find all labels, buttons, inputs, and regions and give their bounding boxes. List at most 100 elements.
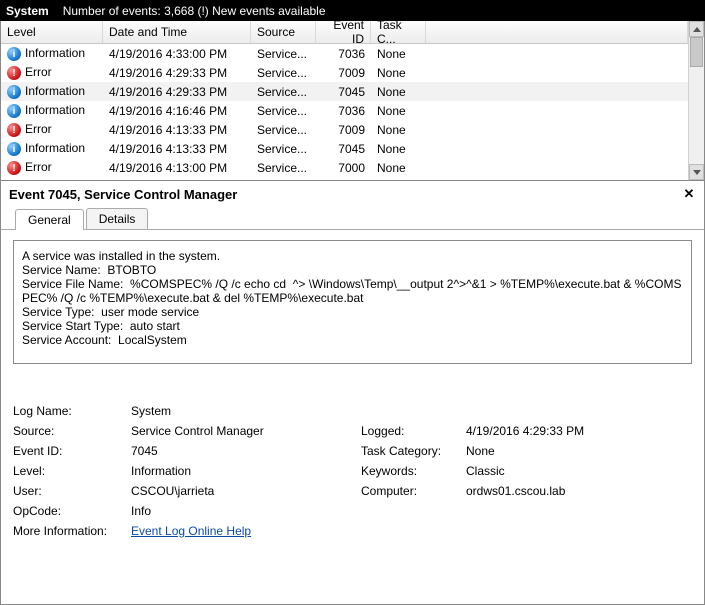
scroll-track[interactable] xyxy=(689,37,704,164)
table-row[interactable]: iInformation4/19/2016 4:13:33 PMService.… xyxy=(1,139,688,158)
label-keywords: Keywords: xyxy=(361,464,466,478)
cell-event-id: 7009 xyxy=(316,66,371,80)
label-level: Level: xyxy=(13,464,131,478)
cell-task: None xyxy=(371,104,426,118)
cell-level: ! Error xyxy=(1,160,103,176)
event-list-scrollbar[interactable] xyxy=(688,21,704,180)
table-row[interactable]: ! Error 4/19/2016 4:13:00 PMService...7000… xyxy=(1,158,688,177)
error-icon: ! xyxy=(7,161,21,175)
column-header-level[interactable]: Level xyxy=(1,21,103,43)
level-text: Information xyxy=(25,46,85,60)
cell-event-id: 7000 xyxy=(316,161,371,175)
label-logged: Logged: xyxy=(361,424,466,438)
info-icon: i xyxy=(7,104,21,118)
value-source: Service Control Manager xyxy=(131,424,361,438)
scroll-down-button[interactable] xyxy=(689,164,704,180)
cell-level: i Information xyxy=(1,46,103,62)
cell-event-id: 7045 xyxy=(316,85,371,99)
value-user: CSCOU\jarrieta xyxy=(131,484,361,498)
cell-task: None xyxy=(371,66,426,80)
detail-title: Event 7045, Service Control Manager xyxy=(9,187,237,202)
cell-source: Service... xyxy=(251,104,316,118)
event-description-box: A service was installed in the system. S… xyxy=(13,240,692,364)
cell-source: Service... xyxy=(251,66,316,80)
value-logged: 4/19/2016 4:29:33 PM xyxy=(466,424,692,438)
cell-task: None xyxy=(371,47,426,61)
description-line: Service Start Type: auto start xyxy=(22,319,683,333)
scroll-up-button[interactable] xyxy=(689,21,704,37)
detail-tabstrip: General Details xyxy=(1,208,704,230)
event-properties-grid: Log Name: System Source: Service Control… xyxy=(13,404,692,538)
label-source: Source: xyxy=(13,424,131,438)
titlebar: System Number of events: 3,668 (!) New e… xyxy=(0,0,705,21)
table-row[interactable]: i Information 4/19/2016 4:16:46 PMService.… xyxy=(1,101,688,120)
tab-body-general: A service was installed in the system. S… xyxy=(1,230,704,604)
info-icon: i xyxy=(7,85,21,99)
column-header-datetime[interactable]: Date and Time xyxy=(103,21,251,43)
cell-datetime: 4/19/2016 4:16:46 PM xyxy=(103,104,251,118)
table-row[interactable]: i Information 4/19/2016 4:29:33 PMService.… xyxy=(1,82,688,101)
table-row[interactable]: !Error4/19/2016 4:13:33 PMService...7009… xyxy=(1,120,688,139)
cell-level: i Information xyxy=(1,141,103,157)
cell-source: Service... xyxy=(251,47,316,61)
column-header-task[interactable]: Task C... xyxy=(371,21,426,43)
cell-event-id: 7036 xyxy=(316,47,371,61)
level-text: Error xyxy=(25,122,52,136)
close-icon[interactable]: ✕ xyxy=(682,186,696,202)
label-opcode: OpCode: xyxy=(13,504,131,518)
cell-source: Service... xyxy=(251,123,316,137)
cell-source: Service... xyxy=(251,85,316,99)
cell-datetime: 4/19/2016 4:29:33 PM xyxy=(103,66,251,80)
level-text: Information xyxy=(25,84,85,98)
tab-details[interactable]: Details xyxy=(86,208,149,229)
label-event-id: Event ID: xyxy=(13,444,131,458)
table-row[interactable]: ! Error 4/19/2016 4:29:33 PMService...7009… xyxy=(1,63,688,82)
column-header-eventid[interactable]: Event ID xyxy=(316,21,371,43)
label-more-info: More Information: xyxy=(13,524,131,538)
cell-task: None xyxy=(371,161,426,175)
value-keywords: Classic xyxy=(466,464,692,478)
info-icon: i xyxy=(7,47,21,61)
cell-datetime: 4/19/2016 4:13:00 PM xyxy=(103,161,251,175)
level-text: Information xyxy=(25,103,85,117)
value-computer: ordws01.cscou.lab xyxy=(466,484,692,498)
cell-level: i Information xyxy=(1,103,103,119)
event-count-text: Number of events: 3,668 (!) New events a… xyxy=(63,4,326,18)
label-computer: Computer: xyxy=(361,484,466,498)
description-line: Service Type: user mode service xyxy=(22,305,683,319)
cell-datetime: 4/19/2016 4:33:00 PM xyxy=(103,47,251,61)
cell-datetime: 4/19/2016 4:29:33 PM xyxy=(103,85,251,99)
info-icon: i xyxy=(7,142,21,156)
scroll-thumb[interactable] xyxy=(690,37,703,67)
label-log-name: Log Name: xyxy=(13,404,131,418)
error-icon: ! xyxy=(7,66,21,80)
column-header-source[interactable]: Source xyxy=(251,21,316,43)
table-row[interactable]: i Information 4/19/2016 4:33:00 PMService.… xyxy=(1,44,688,63)
description-line: Service File Name: %COMSPEC% /Q /c echo … xyxy=(22,277,683,305)
label-task-category: Task Category: xyxy=(361,444,466,458)
cell-level: ! Error xyxy=(1,65,103,81)
more-info-link[interactable]: Event Log Online Help xyxy=(131,524,251,538)
cell-event-id: 7045 xyxy=(316,142,371,156)
level-text: Error xyxy=(25,160,52,174)
value-event-id: 7045 xyxy=(131,444,361,458)
level-text: Error xyxy=(25,65,52,79)
level-text: Information xyxy=(25,141,85,155)
description-line: Service Account: LocalSystem xyxy=(22,333,683,347)
detail-header: Event 7045, Service Control Manager ✕ xyxy=(1,181,704,208)
value-task-category: None xyxy=(466,444,692,458)
value-opcode: Info xyxy=(131,504,361,518)
label-user: User: xyxy=(13,484,131,498)
tab-general[interactable]: General xyxy=(15,209,84,230)
cell-task: None xyxy=(371,85,426,99)
cell-event-id: 7009 xyxy=(316,123,371,137)
cell-level: !Error xyxy=(1,122,103,138)
cell-task: None xyxy=(371,123,426,137)
description-line: A service was installed in the system. xyxy=(22,249,683,263)
cell-source: Service... xyxy=(251,161,316,175)
event-list-pane: Level Date and Time Source Event ID Task… xyxy=(0,21,705,181)
column-header-blank[interactable] xyxy=(426,21,688,43)
cell-datetime: 4/19/2016 4:13:33 PM xyxy=(103,123,251,137)
chevron-up-icon xyxy=(693,27,701,32)
event-grid[interactable]: Level Date and Time Source Event ID Task… xyxy=(1,21,688,180)
